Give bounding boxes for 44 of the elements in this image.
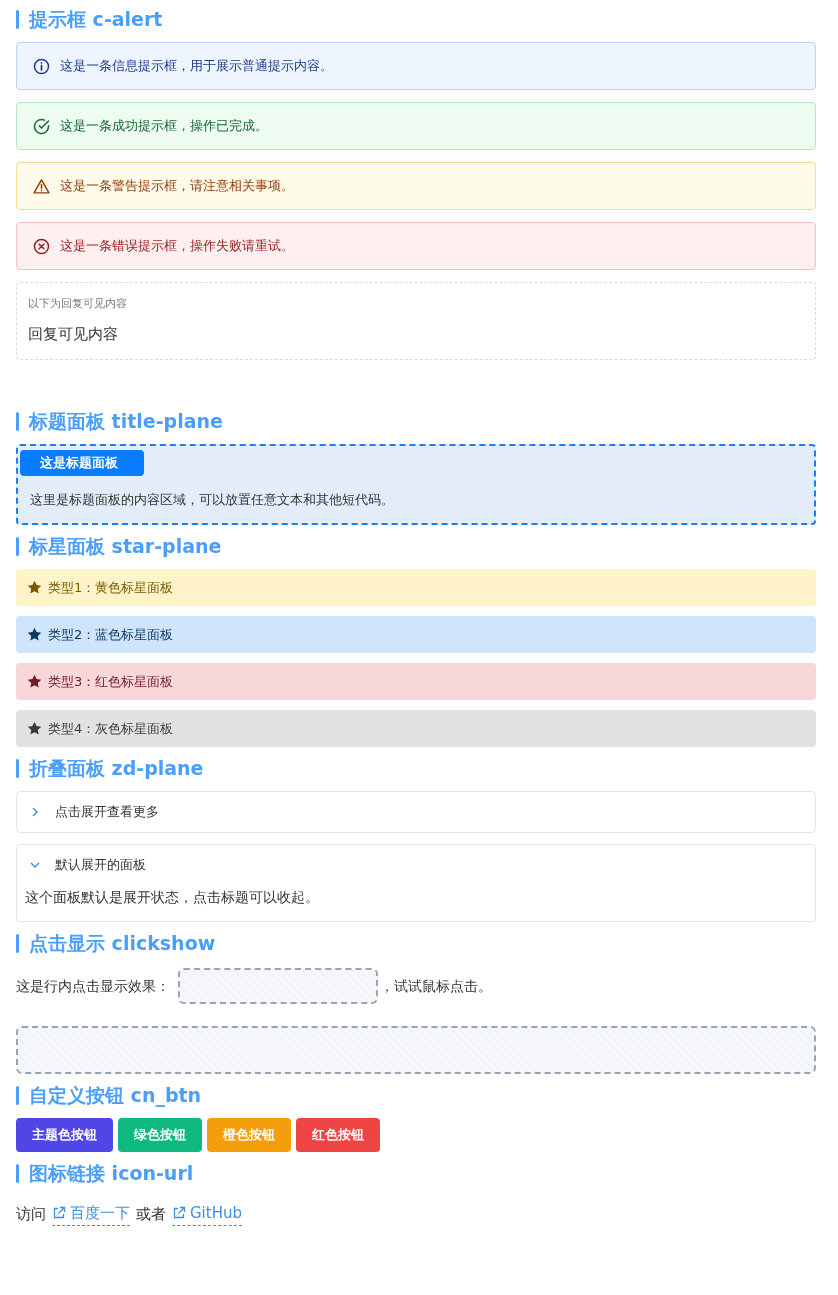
- inline-text: ，试试鼠标点击。: [380, 976, 492, 996]
- collapse-title[interactable]: 默认展开的面板: [55, 855, 146, 875]
- external-link[interactable]: 百度一下: [52, 1202, 130, 1226]
- panel-text: 这里是标题面板的内容区域，可以放置任意文本和其他短代码。: [30, 490, 394, 509]
- section-heading: 自定义按钮 cn_btn: [29, 1085, 202, 1105]
- warning-icon: [33, 177, 50, 195]
- alert-text: 这是一条错误提示框，操作失败请重试。: [60, 237, 294, 256]
- star-panel-text: 类型3：红色标星面板: [48, 672, 174, 691]
- star-icon: [27, 674, 42, 689]
- star-icon: [27, 627, 42, 642]
- section-heading: 点击显示 clickshow: [29, 933, 216, 953]
- section-heading: 提示框 c-alert: [29, 9, 163, 29]
- custom-button[interactable]: 红色按钮: [296, 1118, 380, 1152]
- star-icon: [27, 580, 42, 595]
- hidden-content-placeholder[interactable]: [178, 968, 378, 1004]
- error-icon: [33, 237, 50, 255]
- star-panel-text: 类型4：灰色标星面板: [48, 719, 174, 738]
- link-separator-text: 或者: [136, 1203, 166, 1225]
- external-link-icon: [52, 1206, 66, 1221]
- custom-button[interactable]: 主题色按钮: [16, 1118, 113, 1152]
- alert-text: 这是一条成功提示框，操作已完成。: [60, 117, 268, 136]
- section-heading: 标星面板 star-plane: [29, 536, 222, 556]
- custom-button[interactable]: 绿色按钮: [118, 1118, 202, 1152]
- star-icon: [27, 721, 42, 736]
- external-link[interactable]: GitHub: [172, 1202, 242, 1226]
- star-panel-text: 类型1：黄色标星面板: [48, 578, 174, 597]
- panel-title: 这是标题面板: [20, 450, 144, 476]
- collapse-title[interactable]: 点击展开查看更多: [55, 802, 159, 822]
- section-heading: 图标链接 icon-url: [29, 1163, 194, 1183]
- inline-text: 这是行内点击显示效果：: [16, 976, 170, 996]
- link-prefix-text: 访问: [16, 1203, 46, 1225]
- hidden-content-placeholder[interactable]: [16, 1026, 816, 1074]
- section-heading: 标题面板 title-plane: [29, 411, 223, 431]
- reply-text: 回复可见内容: [28, 323, 119, 345]
- info-icon: [33, 57, 50, 75]
- star-panel-text: 类型2：蓝色标星面板: [48, 625, 174, 644]
- external-link-icon: [172, 1206, 186, 1221]
- custom-button[interactable]: 橙色按钮: [207, 1118, 291, 1152]
- alert-text: 这是一条警告提示框，请注意相关事项。: [60, 177, 294, 196]
- section-heading: 折叠面板 zd-plane: [29, 758, 204, 778]
- alert-text: 这是一条信息提示框，用于展示普通提示内容。: [60, 57, 333, 76]
- reply-label: 以下为回复可见内容: [28, 296, 128, 312]
- collapse-body: 这个面板默认是展开状态，点击标题可以收起。: [24, 888, 320, 907]
- check-circle-icon: [33, 117, 50, 135]
